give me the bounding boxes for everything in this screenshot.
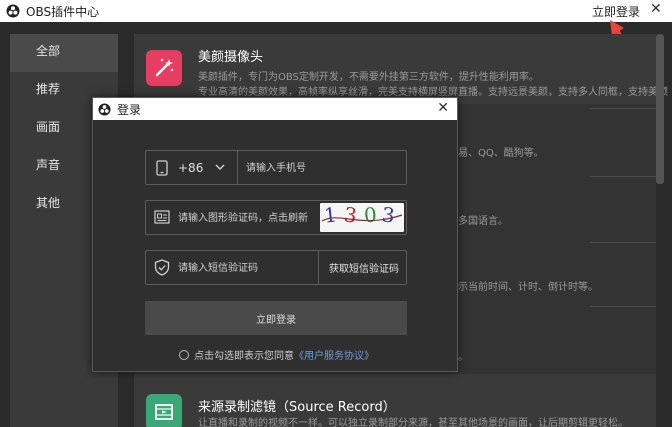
agreement-row: 点击勾选即表示您同意 《用户服务协议》 xyxy=(179,347,374,362)
plugin-desc-fragment: 多国语言。 xyxy=(458,216,508,227)
sms-code-field: 获取短信验证码 xyxy=(145,250,407,285)
id-card-icon xyxy=(154,210,170,224)
window-titlebar: OBS插件中心 立即登录 ✕ xyxy=(0,0,672,22)
plugin-card-beauty-camera[interactable]: 美颜摄像头 美颜插件，专门为OBS定制开发，不需要外挂第三方软件，提升性能利用率… xyxy=(134,34,668,104)
divider xyxy=(590,176,656,177)
user-agreement-link[interactable]: 《用户服务协议》 xyxy=(294,347,374,362)
captcha-image[interactable]: 1 3 0 3 xyxy=(320,203,404,232)
window-close-icon[interactable]: ✕ xyxy=(650,1,662,17)
divider xyxy=(590,242,656,243)
divider xyxy=(590,306,656,307)
sidebar-item-all[interactable]: 全部 xyxy=(10,34,118,72)
film-frame-icon xyxy=(146,394,182,427)
captcha-input[interactable] xyxy=(178,210,318,226)
agree-radio[interactable] xyxy=(179,349,189,360)
plugin-desc: 专业高清的美颜效果，高帧率纵享丝滑，完美支持横屏竖屏直播。支持远景美颜，支持多人… xyxy=(198,87,668,98)
login-submit-button[interactable]: 立即登录 xyxy=(145,301,407,335)
magic-wand-icon xyxy=(146,50,182,86)
sms-code-input[interactable] xyxy=(178,260,318,276)
plugin-title: 来源录制滤镜（Source Record） xyxy=(198,400,396,415)
plugin-desc-fragment: 示当前时间、计时、倒计时等。 xyxy=(458,282,598,293)
scrollbar[interactable] xyxy=(656,34,664,184)
plugin-desc-fragment: 。 xyxy=(458,352,468,363)
plugin-desc-fragment: 易、QQ、酷狗等。 xyxy=(458,148,544,159)
shield-check-icon xyxy=(154,259,170,276)
dialog-close-icon[interactable]: ✕ xyxy=(437,100,449,116)
captcha-field: 1 3 0 3 xyxy=(145,200,407,235)
phone-field: +86 xyxy=(145,150,407,185)
dialog-title: 登录 xyxy=(117,102,142,117)
get-sms-code-button[interactable]: 获取短信验证码 xyxy=(322,260,406,275)
country-code-select[interactable]: +86 xyxy=(178,161,203,175)
plugin-desc: 让直播和录制的视频不一样。可以独立录制部分来源，甚至其他场景的画面，让后期剪辑更… xyxy=(198,418,628,427)
phone-input[interactable] xyxy=(246,160,396,176)
divider xyxy=(590,108,656,109)
plugin-title: 美颜摄像头 xyxy=(198,50,264,65)
obs-logo-icon xyxy=(6,4,20,18)
agree-text: 点击勾选即表示您同意 xyxy=(194,351,294,362)
captcha-noise-icon xyxy=(321,214,403,222)
login-dialog: 登录 ✕ +86 1 3 0 3 xyxy=(92,97,458,372)
obs-logo-icon xyxy=(98,102,111,116)
chevron-down-icon[interactable] xyxy=(214,162,226,172)
phone-icon xyxy=(156,160,168,176)
window-title: OBS插件中心 xyxy=(26,4,100,19)
plugin-card-source-record[interactable]: 来源录制滤镜（Source Record） 让直播和录制的视频不一样。可以独立录… xyxy=(134,374,656,427)
field-divider xyxy=(318,251,319,284)
field-divider xyxy=(237,151,238,184)
dialog-titlebar: 登录 ✕ xyxy=(93,98,457,120)
plugin-desc: 美颜插件，专门为OBS定制开发，不需要外挂第三方软件，提升性能利用率。 xyxy=(198,72,539,83)
